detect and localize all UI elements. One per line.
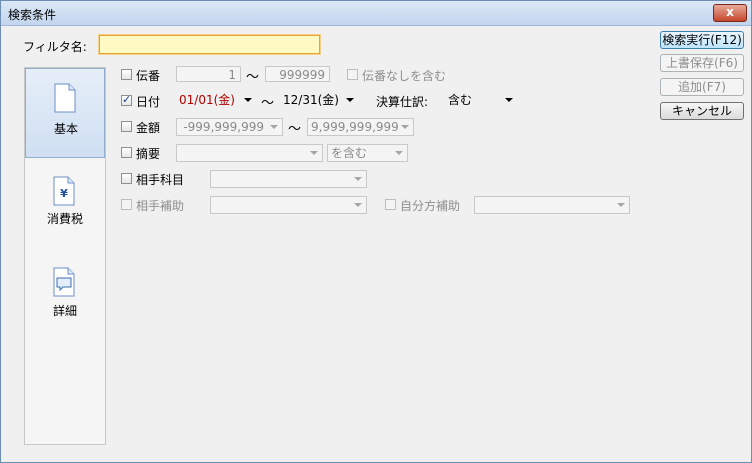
denban-checkbox[interactable] — [121, 69, 132, 80]
counter-sub-account-label: 相手補助 — [136, 199, 185, 213]
own-sub-account-checkbox[interactable] — [385, 199, 396, 210]
summary-checkbox[interactable] — [121, 147, 132, 158]
chevron-down-icon — [270, 125, 278, 129]
counter-account-select[interactable] — [210, 170, 367, 188]
range-separator: ～ — [261, 96, 275, 111]
overwrite-save-button[interactable]: 上書保存(F6) — [660, 54, 744, 72]
sidebar-item-label: 消費税 — [46, 212, 83, 226]
category-sidebar: 基本 ¥ 消費税 詳細 — [24, 67, 106, 445]
date-label: 日付 — [136, 95, 161, 109]
denban-from-input[interactable]: 1 — [176, 66, 241, 82]
date-from-value: 01/01(金) — [179, 93, 235, 107]
chevron-down-icon — [244, 98, 252, 102]
sidebar-item-basic[interactable]: 基本 — [25, 68, 105, 158]
sidebar-item-tax[interactable]: ¥ 消費税 — [25, 164, 105, 252]
window-title: 検索条件 — [8, 8, 57, 22]
denban-to-input[interactable]: 999999 — [265, 66, 330, 82]
amount-from-value: -999,999,999 — [183, 120, 264, 134]
include-no-denban-label: 伝番なしを含む — [362, 69, 447, 83]
amount-to-input[interactable]: 9,999,999,999 — [307, 118, 414, 136]
date-to-value: 12/31(金) — [283, 93, 339, 107]
chevron-down-icon — [395, 151, 403, 155]
chevron-down-icon — [505, 98, 513, 102]
chevron-down-icon — [346, 98, 354, 102]
filter-name-label: フィルタ名: — [23, 40, 87, 54]
sidebar-item-label: 基本 — [53, 122, 78, 136]
search-conditions-dialog: 検索条件 x フィルタ名: 基本 ¥ 消費税 詳細 伝番 1 ～ 999999 … — [0, 0, 752, 463]
filter-name-input[interactable] — [99, 35, 320, 54]
title-bar: 検索条件 x — [1, 1, 751, 26]
date-from-select[interactable]: 01/01(金) — [176, 92, 256, 110]
summary-mode-value: を含む — [331, 146, 368, 160]
sidebar-item-label: 詳細 — [52, 304, 77, 318]
range-separator: ～ — [246, 70, 260, 85]
svg-text:¥: ¥ — [60, 187, 68, 200]
chevron-down-icon — [310, 151, 318, 155]
amount-label: 金額 — [136, 121, 161, 135]
date-checkbox[interactable] — [121, 93, 132, 106]
range-separator: ～ — [288, 122, 302, 137]
counter-sub-account-select[interactable] — [210, 196, 367, 214]
amount-to-value: 9,999,999,999 — [311, 120, 399, 134]
chevron-down-icon — [401, 125, 409, 129]
own-sub-account-select[interactable] — [474, 196, 630, 214]
sidebar-item-detail[interactable]: 詳細 — [25, 255, 105, 343]
close-button[interactable]: x — [713, 4, 747, 22]
date-to-select[interactable]: 12/31(金) — [280, 92, 358, 110]
counter-sub-account-checkbox[interactable] — [121, 199, 132, 210]
cancel-button[interactable]: キャンセル — [660, 102, 744, 120]
search-execute-button[interactable]: 検索実行(F12) — [660, 31, 744, 49]
chevron-down-icon — [354, 203, 362, 207]
add-button[interactable]: 追加(F7) — [660, 78, 744, 96]
counter-account-label: 相手科目 — [136, 173, 185, 187]
settlement-label: 決算仕訳: — [376, 95, 429, 109]
counter-account-checkbox[interactable] — [121, 173, 132, 184]
summary-mode-select[interactable]: を含む — [327, 144, 408, 162]
amount-from-input[interactable]: -999,999,999 — [176, 118, 283, 136]
yen-document-icon: ¥ — [53, 176, 75, 206]
summary-input[interactable] — [176, 144, 323, 162]
denban-label: 伝番 — [136, 69, 161, 83]
amount-checkbox[interactable] — [121, 121, 132, 132]
own-sub-account-label: 自分方補助 — [400, 199, 461, 213]
settlement-select[interactable]: 含む — [445, 92, 517, 110]
summary-label: 摘要 — [136, 147, 161, 161]
include-no-denban-checkbox[interactable] — [347, 69, 358, 80]
comment-document-icon — [53, 267, 75, 297]
chevron-down-icon — [617, 203, 625, 207]
document-icon — [54, 83, 76, 113]
settlement-value: 含む — [448, 93, 473, 107]
chevron-down-icon — [354, 177, 362, 181]
